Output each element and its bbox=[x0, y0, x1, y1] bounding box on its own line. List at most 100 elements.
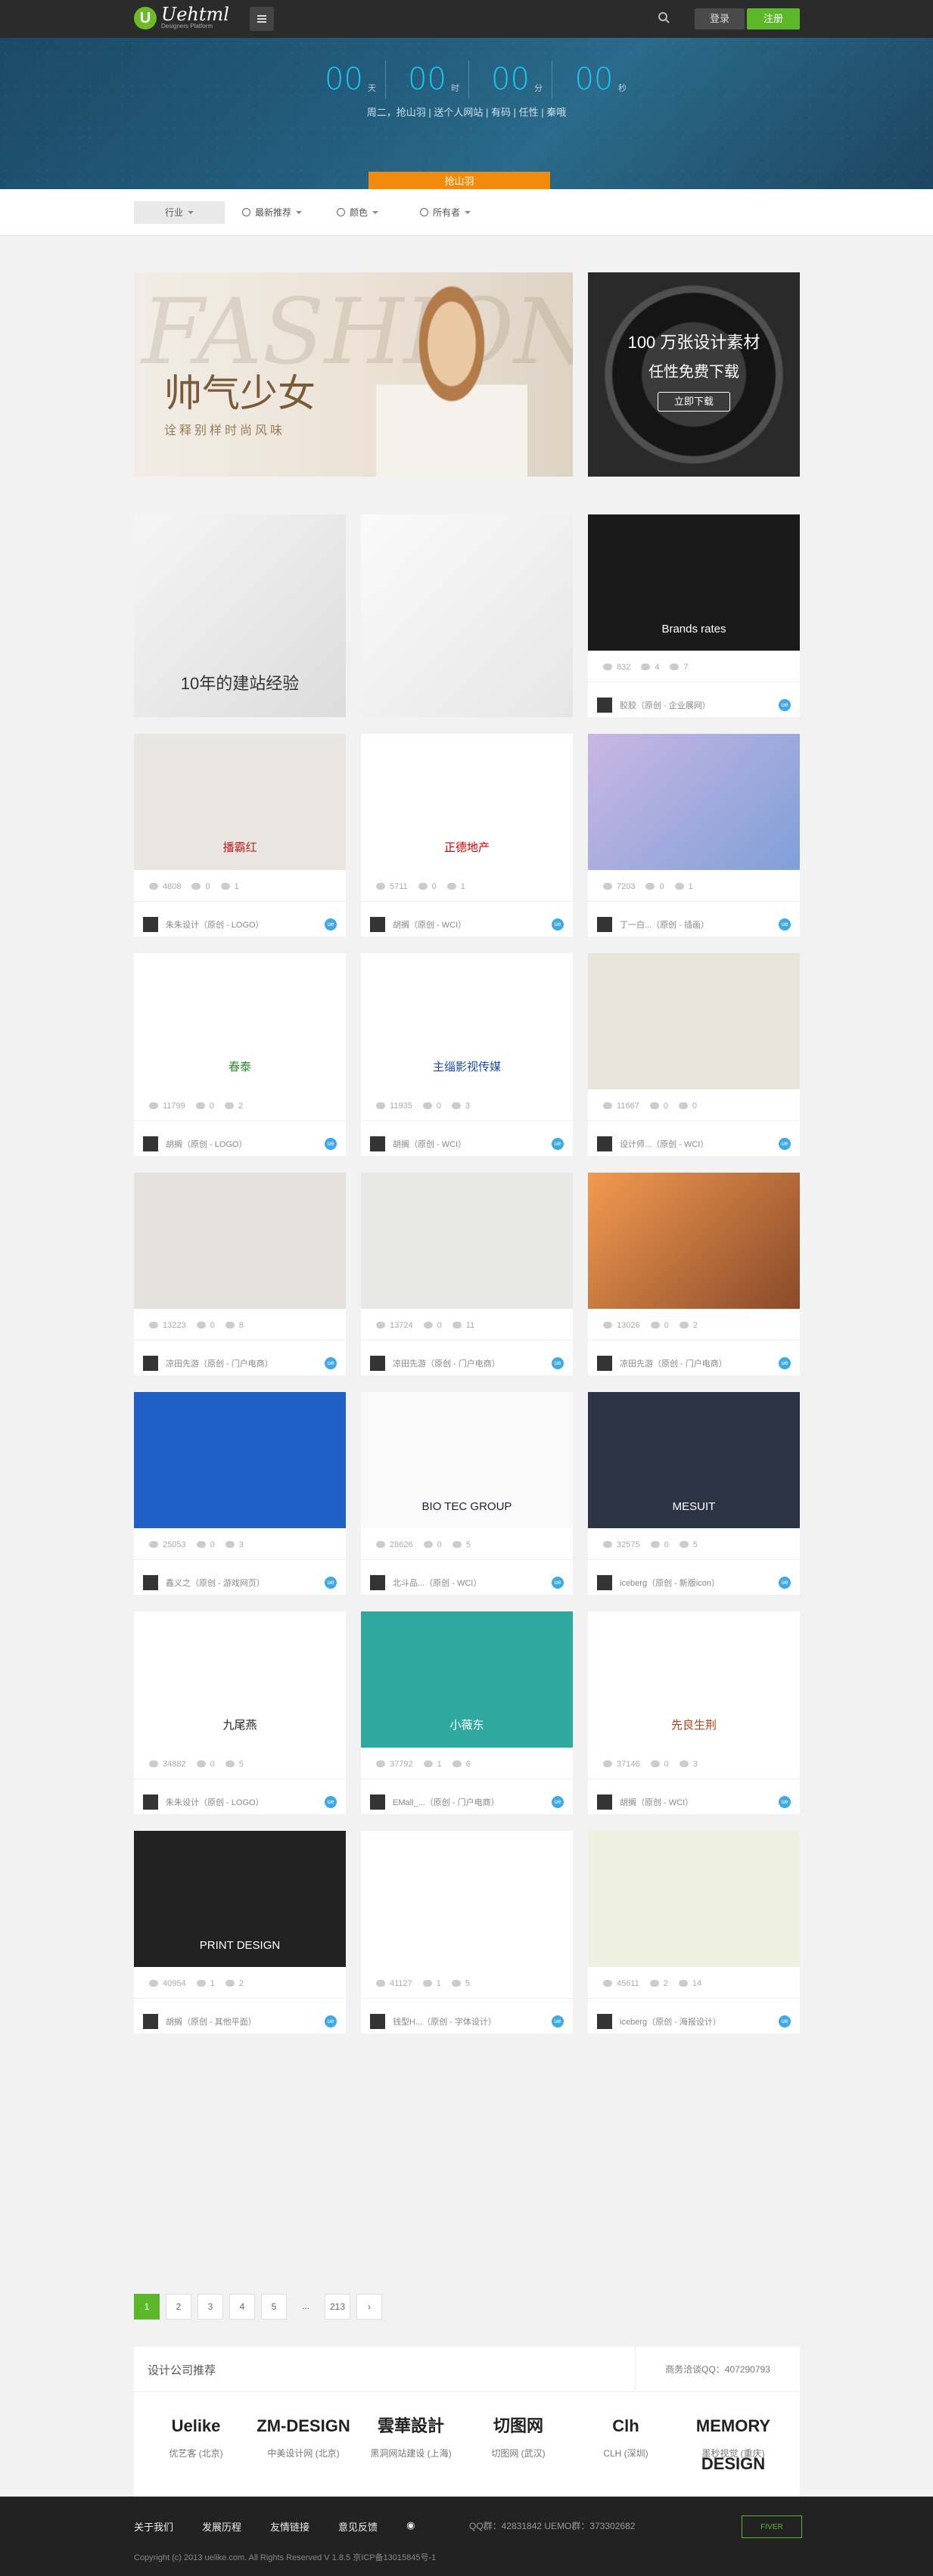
avatar[interactable] bbox=[143, 1575, 158, 1590]
avatar[interactable] bbox=[143, 1136, 158, 1151]
footer-link-feedback[interactable]: 意见反馈 bbox=[338, 2519, 378, 2534]
work-author[interactable]: 鑫义之（原创 - 游戏网页） ue bbox=[134, 1560, 346, 1595]
heart-icon[interactable] bbox=[452, 1322, 462, 1328]
avatar[interactable] bbox=[597, 1356, 612, 1371]
heart-icon[interactable] bbox=[674, 883, 684, 890]
heart-icon[interactable] bbox=[451, 1980, 461, 1987]
work-card[interactable]: Brands rates 832 4 7 胶胶（原创 - 企业展网） ue bbox=[588, 514, 800, 717]
work-card[interactable]: 10年的建站经验 bbox=[134, 514, 346, 717]
heart-icon[interactable] bbox=[225, 1322, 235, 1328]
avatar[interactable] bbox=[597, 917, 612, 932]
work-thumbnail[interactable]: 春泰 bbox=[134, 953, 346, 1089]
work-card[interactable]: 九尾燕 34882 0 5 朱朱设计（原创 - LOGO） ue bbox=[134, 1611, 346, 1814]
avatar[interactable] bbox=[143, 1356, 158, 1371]
avatar[interactable] bbox=[597, 1794, 612, 1810]
work-author[interactable]: 北斗品...（原创 - WCI） ue bbox=[361, 1560, 573, 1595]
work-author[interactable]: iceberg（原创 - 海报设计） ue bbox=[588, 1999, 800, 2034]
menu-icon[interactable] bbox=[250, 7, 274, 31]
author-name[interactable]: 凉田先游（原创 - 门户电商） bbox=[620, 1357, 727, 1369]
partner-logo[interactable]: Uelike 优艺客 (北京) bbox=[143, 2407, 249, 2459]
work-thumbnail[interactable] bbox=[134, 1392, 346, 1528]
featured-banner[interactable]: FASHION 帅气少女 诠释别样时尚风味 bbox=[134, 272, 573, 477]
author-name[interactable]: 钱型H...（原创 - 字体设计） bbox=[393, 2015, 496, 2028]
work-thumbnail[interactable] bbox=[361, 1173, 573, 1309]
work-card[interactable]: 13223 0 8 凉田先游（原创 - 门户电商） ue bbox=[134, 1173, 346, 1375]
work-card[interactable]: 播霸红 4808 0 1 朱朱设计（原创 - LOGO） ue bbox=[134, 734, 346, 937]
avatar[interactable] bbox=[370, 1575, 385, 1590]
heart-icon[interactable] bbox=[452, 1760, 462, 1767]
filter-industry[interactable]: 行业 bbox=[134, 201, 225, 224]
work-author[interactable]: 朱朱设计（原创 - LOGO） ue bbox=[134, 902, 346, 937]
work-thumbnail[interactable] bbox=[134, 1173, 346, 1309]
work-card[interactable]: 主缁影视传媒 11935 0 3 胡搁（原创 - WCI） ue bbox=[361, 953, 573, 1156]
work-card[interactable]: 11667 0 0 设计师...（原创 - WCI） ue bbox=[588, 953, 800, 1156]
heart-icon[interactable] bbox=[225, 1760, 235, 1767]
author-name[interactable]: iceberg（原创 - 海报设计） bbox=[620, 2015, 721, 2028]
work-author[interactable]: 凉田先游（原创 - 门户电商） ue bbox=[588, 1341, 800, 1375]
work-author[interactable]: 胶胶（原创 - 企业展网） ue bbox=[588, 682, 800, 717]
work-card[interactable]: 正德地产 5711 0 1 胡搁（原创 - WCI） ue bbox=[361, 734, 573, 937]
work-card[interactable]: MESUIT 32575 0 5 iceberg（原创 - 新版icon） ue bbox=[588, 1392, 800, 1595]
work-card[interactable]: 7203 0 1 丁一白...（原创 - 插画） ue bbox=[588, 734, 800, 937]
author-name[interactable]: 凉田先游（原创 - 门户电商） bbox=[166, 1357, 273, 1369]
work-thumbnail[interactable] bbox=[588, 1173, 800, 1309]
avatar[interactable] bbox=[597, 2014, 612, 2029]
work-author[interactable]: 胡搁（原创 - WCI） ue bbox=[588, 1779, 800, 1814]
work-thumbnail[interactable] bbox=[361, 1831, 573, 1967]
author-name[interactable]: 鑫义之（原创 - 游戏网页） bbox=[166, 1577, 265, 1589]
page-last[interactable]: 213 bbox=[325, 2294, 350, 2320]
work-thumbnail[interactable]: 10年的建站经验 bbox=[134, 514, 346, 717]
avatar[interactable] bbox=[597, 1136, 612, 1151]
avatar[interactable] bbox=[370, 917, 385, 932]
hero-cta-button[interactable]: 抢山羽 bbox=[369, 172, 550, 189]
author-name[interactable]: 胡搁（原创 - LOGO） bbox=[166, 1138, 247, 1150]
work-card[interactable]: PRINT DESIGN 40954 1 2 胡搁（原创 - 其他平面） ue bbox=[134, 1831, 346, 2034]
partner-logo[interactable]: MEMORY DESIGN 墨秒视觉 (重庆) bbox=[680, 2407, 786, 2473]
partner-logo[interactable]: Clh CLH (深圳) bbox=[573, 2407, 679, 2459]
heart-icon[interactable] bbox=[678, 1980, 688, 1987]
login-button[interactable]: 登录 bbox=[695, 8, 745, 30]
footer-link-history[interactable]: 发展历程 bbox=[202, 2519, 241, 2534]
footer-link-friends[interactable]: 友情链接 bbox=[270, 2519, 309, 2534]
work-author[interactable]: 朱朱设计（原创 - LOGO） ue bbox=[134, 1779, 346, 1814]
heart-icon[interactable] bbox=[679, 1322, 689, 1328]
work-thumbnail[interactable]: 小薇东 bbox=[361, 1611, 573, 1748]
avatar[interactable] bbox=[370, 2014, 385, 2029]
register-button[interactable]: 注册 bbox=[747, 8, 800, 30]
page-1[interactable]: 1 bbox=[134, 2294, 160, 2320]
author-name[interactable]: 设计师...（原创 - WCI） bbox=[620, 1138, 708, 1150]
author-name[interactable]: 胡搁（原创 - 其他平面） bbox=[166, 2015, 257, 2028]
avatar[interactable] bbox=[143, 917, 158, 932]
heart-icon[interactable] bbox=[225, 1541, 235, 1548]
heart-icon[interactable] bbox=[220, 883, 230, 890]
work-author[interactable]: 凉田先游（原创 - 门户电商） ue bbox=[361, 1341, 573, 1375]
author-name[interactable]: 胡搁（原创 - WCI） bbox=[620, 1796, 693, 1808]
work-card[interactable]: 25053 0 3 鑫义之（原创 - 游戏网页） ue bbox=[134, 1392, 346, 1595]
work-thumbnail[interactable]: Brands rates bbox=[588, 514, 800, 651]
avatar[interactable] bbox=[143, 2014, 158, 2029]
work-thumbnail[interactable]: 主缁影视传媒 bbox=[361, 953, 573, 1089]
work-author[interactable]: 设计师...（原创 - WCI） ue bbox=[588, 1121, 800, 1156]
footer-link-about[interactable]: 关于我们 bbox=[134, 2519, 173, 2534]
avatar[interactable] bbox=[370, 1356, 385, 1371]
page-3[interactable]: 3 bbox=[197, 2294, 223, 2320]
work-author[interactable]: 丁一白...（原创 - 插画） ue bbox=[588, 902, 800, 937]
weibo-icon[interactable]: ◉ bbox=[406, 2519, 415, 2534]
heart-icon[interactable] bbox=[678, 1102, 688, 1109]
author-name[interactable]: 北斗品...（原创 - WCI） bbox=[393, 1577, 481, 1589]
work-card[interactable]: 小薇东 37792 1 6 EMall_...（原创 - 门户电商） ue bbox=[361, 1611, 573, 1814]
page-2[interactable]: 2 bbox=[166, 2294, 191, 2320]
site-logo[interactable]: U Uehtml Designers Platform bbox=[134, 5, 229, 30]
heart-icon[interactable] bbox=[452, 1541, 462, 1548]
heart-icon[interactable] bbox=[224, 1102, 234, 1109]
work-thumbnail[interactable] bbox=[361, 514, 573, 717]
author-name[interactable]: iceberg（原创 - 新版icon） bbox=[620, 1577, 720, 1589]
partner-logo[interactable]: 雲華設計 黑洞网站建设 (上海) bbox=[358, 2407, 464, 2459]
work-author[interactable]: 胡搁（原创 - WCI） ue bbox=[361, 1121, 573, 1156]
work-thumbnail[interactable] bbox=[588, 953, 800, 1089]
ad-banner[interactable]: 100 万张设计素材 任性免费下载 立即下载 bbox=[588, 272, 800, 477]
author-name[interactable]: EMall_...（原创 - 门户电商） bbox=[393, 1796, 499, 1808]
work-thumbnail[interactable] bbox=[588, 1831, 800, 1967]
search-icon[interactable] bbox=[657, 11, 672, 26]
work-author[interactable]: iceberg（原创 - 新版icon） ue bbox=[588, 1560, 800, 1595]
